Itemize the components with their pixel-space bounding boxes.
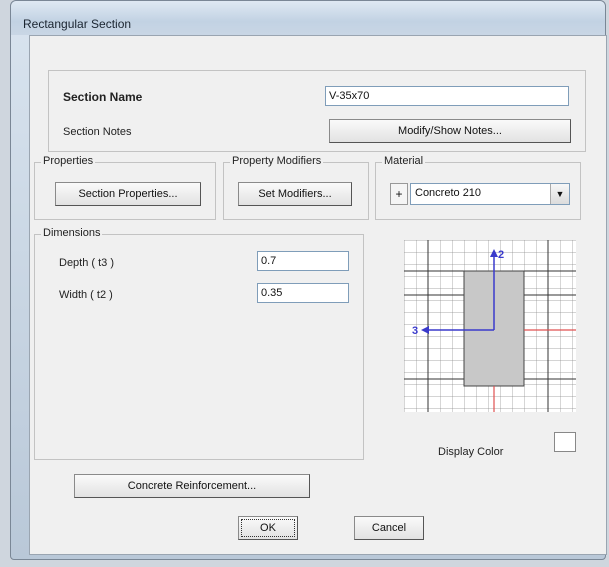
modify-show-notes-button[interactable]: Modify/Show Notes... [329, 119, 571, 143]
axis-3-label: 3 [412, 325, 418, 337]
width-input[interactable]: 0.35 [257, 283, 349, 303]
material-group: Material + Concreto 210 ▼ [375, 155, 581, 220]
section-preview-drawing: 2 3 [404, 240, 576, 412]
properties-title: Properties [41, 155, 96, 167]
section-notes-label: Section Notes [63, 126, 132, 138]
dialog-body: Section Name V-35x70 Section Notes Modif… [29, 35, 607, 555]
title-bar[interactable]: Rectangular Section [11, 1, 605, 35]
concrete-reinforcement-button[interactable]: Concrete Reinforcement... [74, 474, 310, 498]
set-modifiers-button[interactable]: Set Modifiers... [238, 182, 352, 206]
dialog-title: Rectangular Section [23, 17, 132, 31]
width-label: Width ( t2 ) [59, 289, 113, 301]
section-name-group: Section Name V-35x70 Section Notes Modif… [48, 70, 586, 152]
section-preview: 2 3 [404, 240, 576, 412]
add-material-button[interactable]: + [390, 183, 408, 205]
display-color-label: Display Color [438, 446, 504, 458]
dimensions-title: Dimensions [41, 227, 103, 239]
property-modifiers-group: Property Modifiers Set Modifiers... [223, 155, 369, 220]
depth-input[interactable]: 0.7 [257, 251, 349, 271]
dimensions-group: Dimensions Depth ( t3 ) 0.7 Width ( t2 )… [34, 227, 364, 460]
rectangular-section-dialog: Rectangular Section Section Name V-35x70… [10, 0, 607, 560]
material-title: Material [382, 155, 426, 167]
property-modifiers-title: Property Modifiers [230, 155, 324, 167]
cancel-button[interactable]: Cancel [354, 516, 424, 540]
section-name-label: Section Name [63, 90, 143, 104]
material-select[interactable]: Concreto 210 ▼ [410, 183, 570, 205]
chevron-down-icon[interactable]: ▼ [550, 184, 569, 204]
properties-group: Properties Section Properties... [34, 155, 216, 220]
axis-2-label: 2 [498, 249, 504, 261]
section-name-input[interactable]: V-35x70 [325, 86, 569, 106]
ok-button[interactable]: OK [238, 516, 298, 540]
section-properties-button[interactable]: Section Properties... [55, 182, 201, 206]
display-color-swatch[interactable] [554, 432, 576, 452]
material-selected-value: Concreto 210 [415, 187, 482, 199]
depth-label: Depth ( t3 ) [59, 257, 115, 269]
